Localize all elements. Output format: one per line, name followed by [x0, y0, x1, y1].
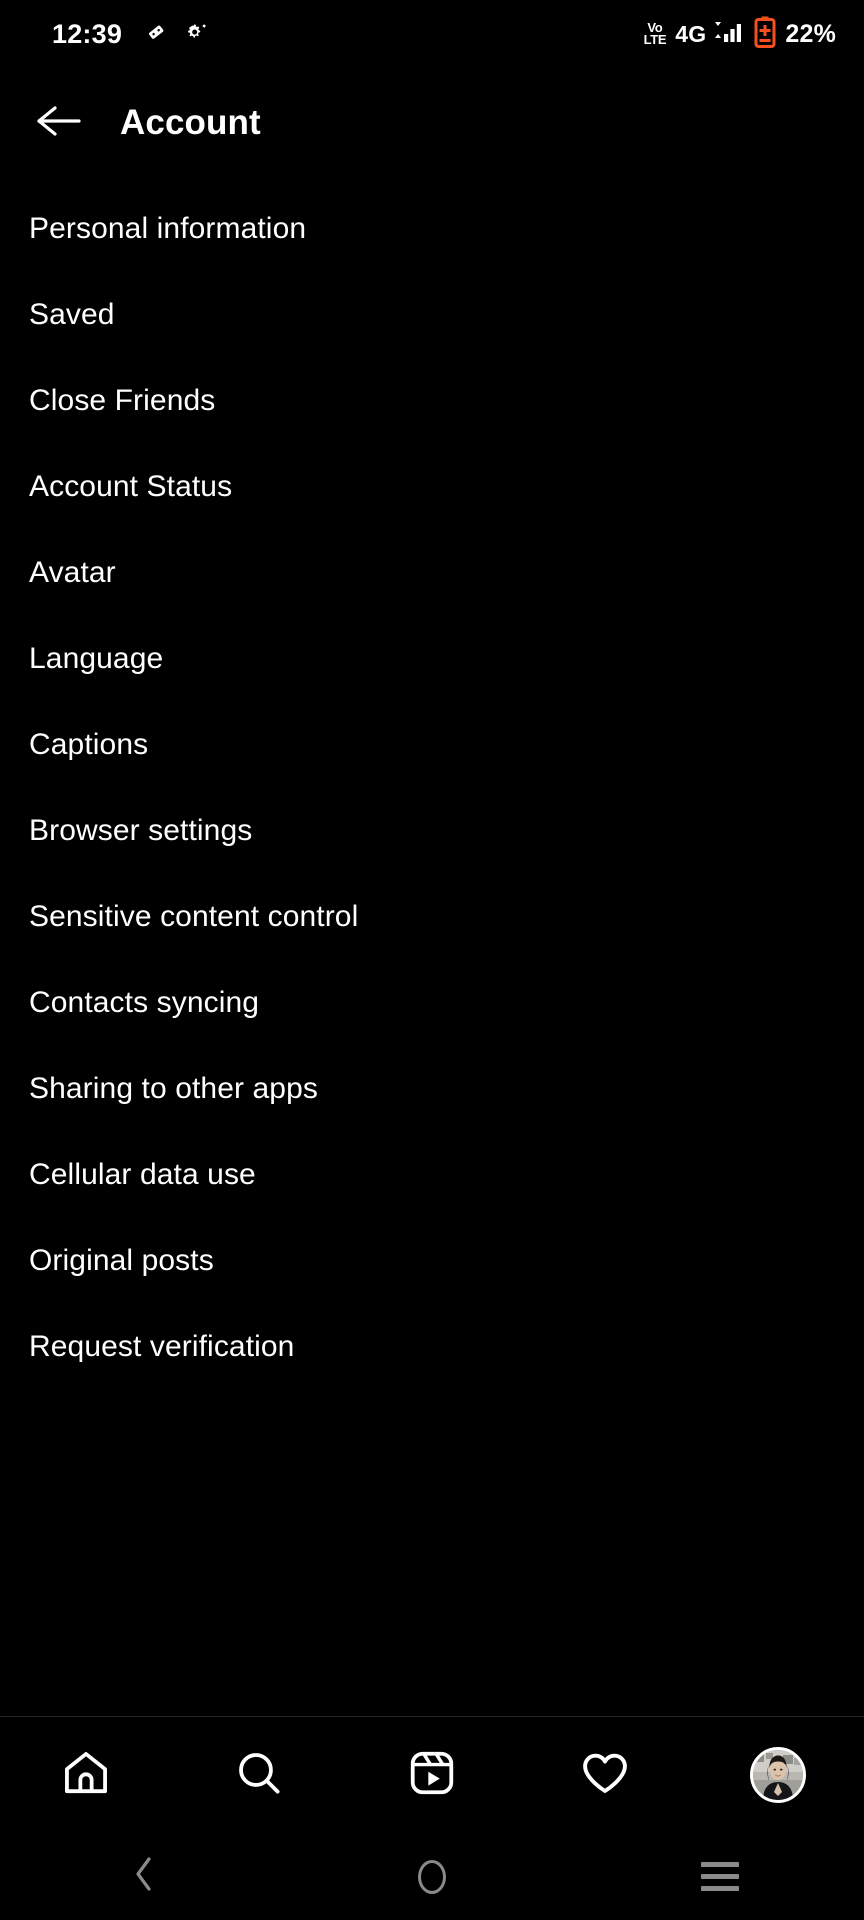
avatar-photo — [752, 1750, 803, 1800]
phone-screen: 12:39 Vo LTE 4G 22% Account Personal inf… — [0, 0, 864, 1920]
list-item-browser-settings[interactable]: Browser settings — [0, 788, 864, 874]
list-item-label: Sharing to other apps — [29, 1072, 318, 1105]
system-back-button[interactable] — [0, 1833, 288, 1920]
signal-bars-icon — [715, 18, 745, 51]
page-header: Account — [0, 68, 864, 178]
list-item-label: Contacts syncing — [29, 986, 260, 1019]
nav-tab-search[interactable] — [173, 1717, 346, 1833]
system-recents-button[interactable] — [576, 1833, 864, 1920]
status-bar-left: 12:39 — [52, 20, 208, 49]
list-item-saved[interactable]: Saved — [0, 272, 864, 358]
network-type-label: 4G — [675, 20, 707, 47]
list-item-label: Sensitive content control — [29, 900, 359, 933]
status-time: 12:39 — [52, 18, 123, 49]
search-icon — [233, 1747, 285, 1804]
heart-icon — [579, 1747, 631, 1804]
list-item-request-verification[interactable]: Request verification — [0, 1304, 864, 1390]
list-item-language[interactable]: Language — [0, 616, 864, 702]
list-item-label: Original posts — [29, 1244, 214, 1277]
list-item-label: Request verification — [29, 1330, 295, 1363]
nav-tab-reels[interactable] — [346, 1717, 519, 1833]
list-item-label: Language — [29, 642, 164, 675]
list-item-label: Account Status — [29, 470, 233, 503]
list-item-label: Cellular data use — [29, 1158, 256, 1191]
system-navigation-bar — [0, 1833, 864, 1920]
status-notification-icons — [144, 20, 208, 49]
gear-icon — [184, 20, 208, 49]
list-item-personal-information[interactable]: Personal information — [0, 186, 864, 272]
list-item-avatar[interactable]: Avatar — [0, 530, 864, 616]
volte-icon: Vo LTE — [643, 20, 667, 47]
list-item-label: Personal information — [29, 212, 307, 245]
list-item-label: Avatar — [29, 556, 116, 589]
reels-icon — [406, 1747, 458, 1804]
back-arrow-icon — [35, 102, 81, 145]
nav-tab-home[interactable] — [0, 1717, 173, 1833]
list-item-captions[interactable]: Captions — [0, 702, 864, 788]
list-item-sensitive-content-control[interactable]: Sensitive content control — [0, 874, 864, 960]
system-home-icon — [418, 1859, 446, 1894]
status-bar: 12:39 Vo LTE 4G 22% — [0, 0, 864, 68]
bottom-navigation-bar — [0, 1717, 864, 1833]
status-bar-right: Vo LTE 4G 22% — [644, 16, 836, 53]
volte-bottom-text: LTE — [643, 32, 667, 47]
list-item-account-status[interactable]: Account Status — [0, 444, 864, 530]
list-item-close-friends[interactable]: Close Friends — [0, 358, 864, 444]
list-item-original-posts[interactable]: Original posts — [0, 1218, 864, 1304]
list-item-label: Browser settings — [29, 814, 253, 847]
nav-tab-activity[interactable] — [518, 1717, 691, 1833]
system-home-button[interactable] — [288, 1833, 576, 1920]
system-recents-icon — [701, 1862, 739, 1891]
back-button[interactable] — [20, 85, 96, 161]
home-icon — [60, 1747, 112, 1804]
account-settings-list: Personal information Saved Close Friends… — [0, 186, 864, 1390]
list-item-cellular-data-use[interactable]: Cellular data use — [0, 1132, 864, 1218]
list-item-label: Close Friends — [29, 384, 216, 417]
battery-percent-label: 22% — [785, 19, 836, 48]
domino-icon — [144, 20, 168, 49]
list-item-label: Captions — [29, 728, 149, 761]
profile-avatar — [749, 1747, 806, 1803]
nav-tab-profile[interactable] — [691, 1717, 864, 1833]
list-item-contacts-syncing[interactable]: Contacts syncing — [0, 960, 864, 1046]
system-back-icon — [131, 1854, 157, 1899]
battery-low-icon — [754, 16, 776, 53]
list-item-label: Saved — [29, 298, 115, 331]
page-title: Account — [120, 103, 261, 142]
list-item-sharing-to-other-apps[interactable]: Sharing to other apps — [0, 1046, 864, 1132]
